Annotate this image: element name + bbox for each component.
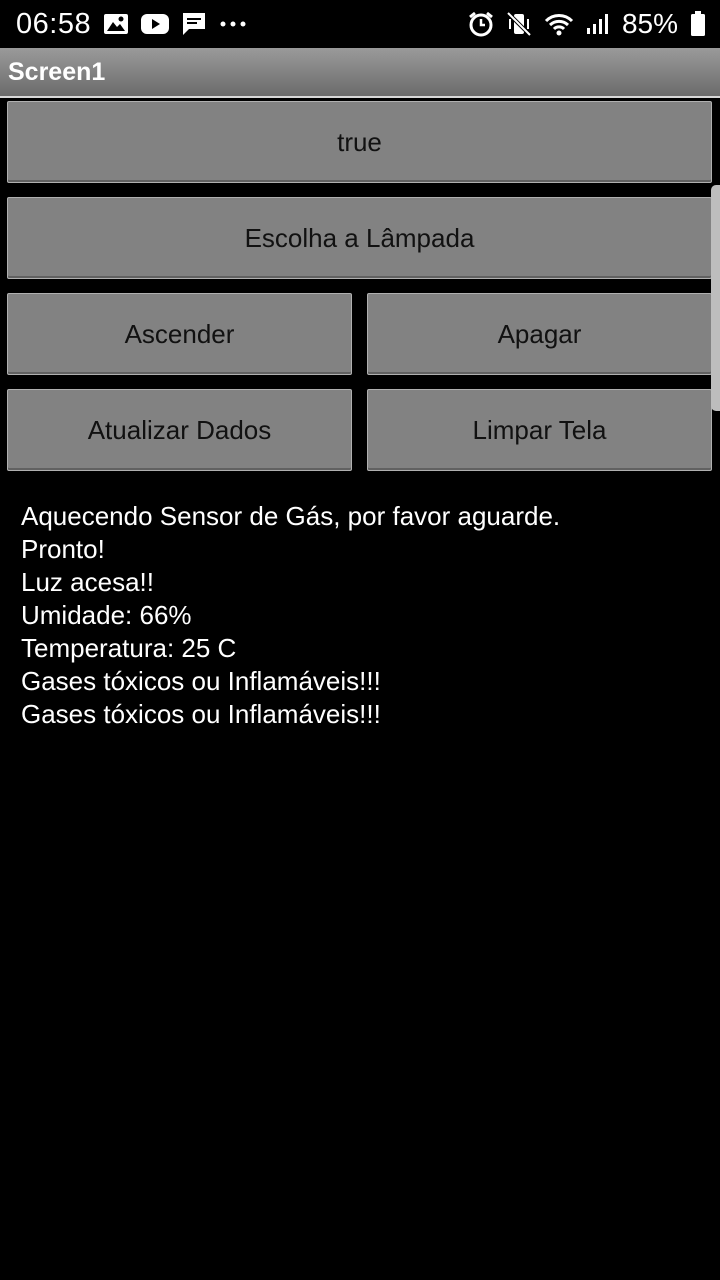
image-icon: [103, 13, 129, 35]
youtube-icon: [141, 13, 170, 35]
log-line: Temperatura: 25 C: [21, 633, 237, 663]
turn-on-button[interactable]: Ascender: [7, 293, 352, 375]
vibrate-mute-icon: [506, 11, 532, 37]
choose-lamp-button[interactable]: Escolha a Lâmpada: [7, 197, 712, 279]
status-time: 06:58: [16, 7, 92, 40]
message-log: Aquecendo Sensor de Gás, por favor aguar…: [21, 500, 711, 731]
more-icon: [219, 20, 247, 28]
alarm-icon: [468, 11, 494, 37]
turn-off-button[interactable]: Apagar: [367, 293, 712, 375]
log-line: Umidade: 66%: [21, 600, 192, 630]
screen-title: Screen1: [8, 57, 106, 86]
log-line: Luz acesa!!: [21, 567, 154, 597]
log-line: Aquecendo Sensor de Gás, por favor aguar…: [21, 501, 561, 531]
app-bar: Screen1: [0, 48, 720, 98]
wifi-icon: [544, 12, 574, 36]
log-line: Gases tóxicos ou Inflamáveis!!!: [21, 666, 381, 696]
scrollbar-thumb[interactable]: [711, 185, 720, 411]
status-bar: 06:58 85%: [0, 0, 720, 48]
log-line: Gases tóxicos ou Inflamáveis!!!: [21, 699, 381, 729]
message-icon: [181, 11, 207, 37]
log-line: Pronto!: [21, 534, 105, 564]
battery-icon: [690, 11, 706, 37]
signal-icon: [586, 13, 610, 35]
true-button[interactable]: true: [7, 101, 712, 183]
refresh-data-button[interactable]: Atualizar Dados: [7, 389, 352, 471]
clear-screen-button[interactable]: Limpar Tela: [367, 389, 712, 471]
battery-percent: 85%: [621, 8, 678, 39]
